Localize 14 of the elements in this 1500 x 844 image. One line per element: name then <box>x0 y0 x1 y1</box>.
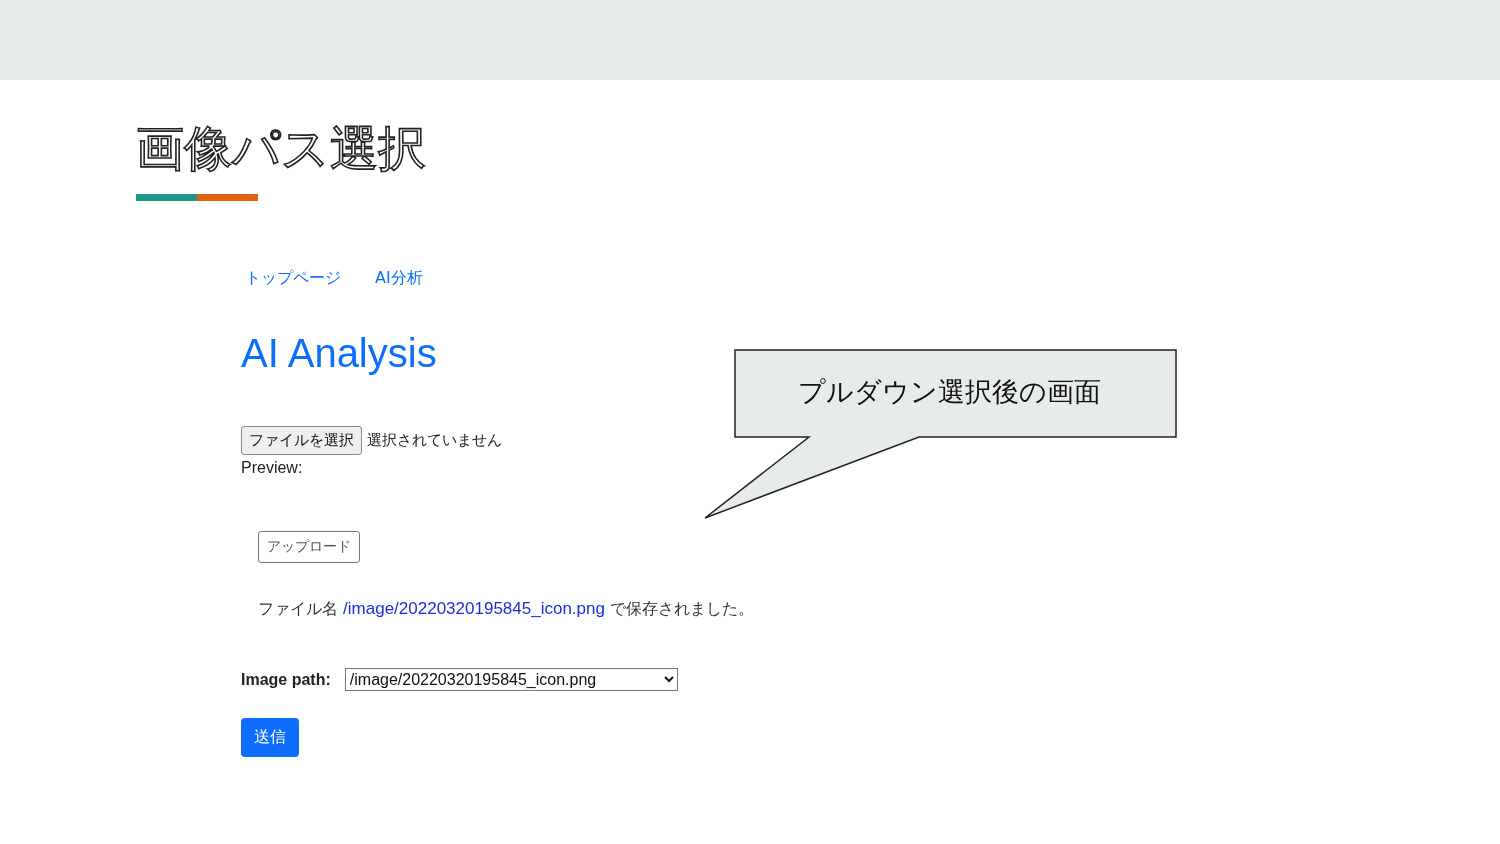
image-path-label: Image path: <box>241 670 331 689</box>
preview-label: Preview: <box>241 459 303 477</box>
nav-link[interactable]: トップページ <box>245 268 341 289</box>
submit-button[interactable]: 送信 <box>241 718 299 757</box>
choose-file-button[interactable]: ファイルを選択 <box>241 426 362 455</box>
slide-title: 画像パス選択 <box>136 119 427 178</box>
page-heading: AI Analysis <box>241 330 437 377</box>
callout-text: プルダウン選択後の画面 <box>798 375 1101 409</box>
file-link[interactable]: /image/20220320195845_icon.png <box>343 599 605 618</box>
image-path-dropdown[interactable]: /image/20220320195845_icon.png <box>344 668 678 691</box>
nav-link[interactable]: AI分析 <box>375 268 423 289</box>
file-status: 選択されていません <box>367 431 502 450</box>
saved-message: ファイル名 /image/20220320195845_icon.png で保存されました。 <box>258 599 755 620</box>
upload-button[interactable]: アップロード <box>258 531 360 563</box>
